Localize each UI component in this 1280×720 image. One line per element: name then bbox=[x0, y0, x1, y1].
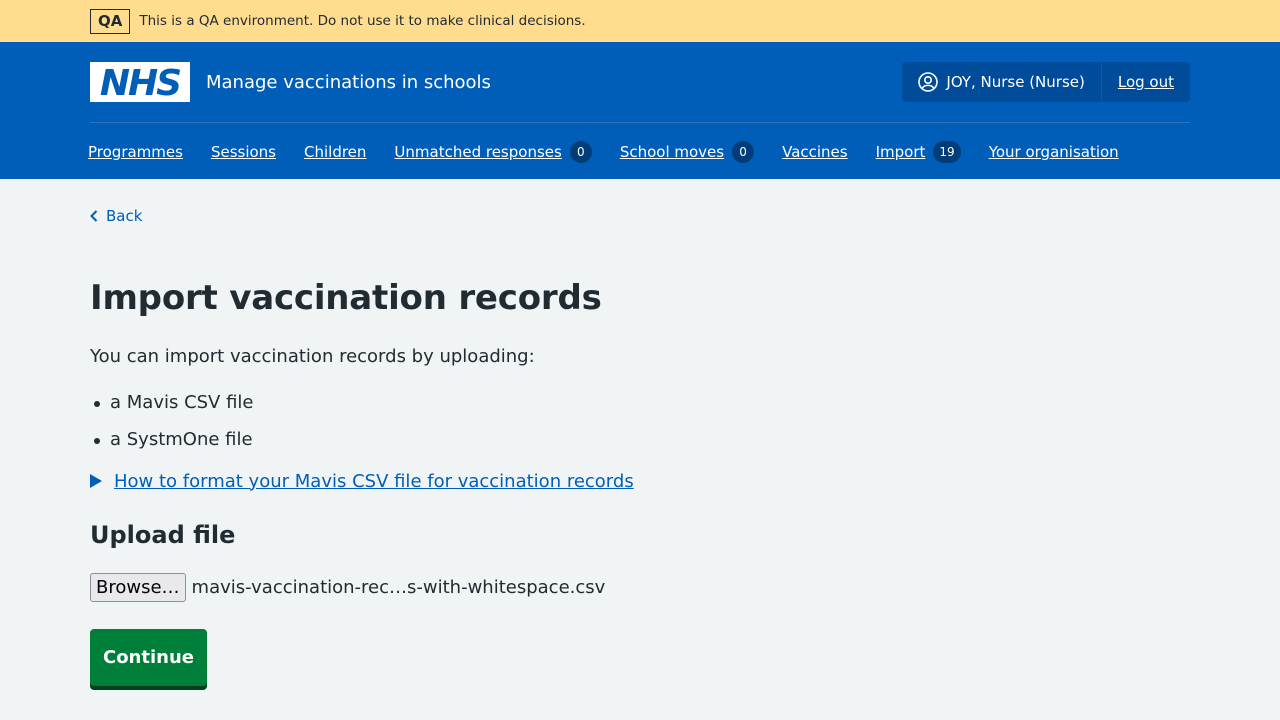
logout-link[interactable]: Log out bbox=[1102, 73, 1190, 91]
selected-file-name: mavis-vaccination-rec…s-with-whitespace.… bbox=[191, 576, 606, 598]
upload-file-heading: Upload file bbox=[90, 521, 236, 549]
qa-environment-banner: QA This is a QA environment. Do not use … bbox=[0, 0, 1280, 42]
school-moves-count-badge: 0 bbox=[732, 141, 755, 163]
file-upload-input[interactable]: Browse… mavis-vaccination-rec…s-with-whi… bbox=[90, 572, 1280, 602]
header-divider bbox=[90, 122, 1190, 123]
nhs-logo-mark: NHS bbox=[100, 64, 182, 100]
continue-button[interactable]: Continue bbox=[90, 629, 207, 686]
nav-item-school-moves[interactable]: School moves 0 bbox=[620, 141, 755, 163]
main-content: Back Import vaccination records You can … bbox=[0, 206, 1280, 686]
site-header: NHS Manage vaccinations in schools JOY, … bbox=[0, 42, 1280, 179]
format-details-toggle[interactable]: How to format your Mavis CSV file for va… bbox=[90, 468, 1280, 494]
chevron-left-icon bbox=[90, 210, 98, 222]
qa-banner-message: This is a QA environment. Do not use it … bbox=[139, 13, 586, 29]
svg-text:NHS: NHS bbox=[100, 64, 180, 100]
nav-item-unmatched-responses[interactable]: Unmatched responses 0 bbox=[394, 141, 592, 163]
import-count-badge: 19 bbox=[933, 141, 961, 163]
page-title: Import vaccination records bbox=[90, 278, 602, 318]
nav-item-your-organisation[interactable]: Your organisation bbox=[989, 143, 1119, 161]
nav-item-sessions[interactable]: Sessions bbox=[211, 143, 276, 161]
intro-text: You can import vaccination records by up… bbox=[90, 346, 535, 367]
back-link-label[interactable]: Back bbox=[106, 207, 142, 225]
upload-types-list: a Mavis CSV file a SystmOne file bbox=[90, 390, 1280, 453]
nhs-logo[interactable]: NHS bbox=[90, 62, 190, 102]
primary-navigation: Programmes Sessions Children Unmatched r… bbox=[88, 140, 1147, 164]
browse-button[interactable]: Browse… bbox=[90, 572, 186, 602]
account-user-name: JOY, Nurse (Nurse) bbox=[946, 73, 1085, 91]
nav-item-programmes[interactable]: Programmes bbox=[88, 143, 183, 161]
account-panel: JOY, Nurse (Nurse) Log out bbox=[902, 62, 1190, 102]
back-link[interactable]: Back bbox=[90, 206, 1280, 226]
format-details-summary[interactable]: How to format your Mavis CSV file for va… bbox=[114, 471, 634, 492]
qa-tag: QA bbox=[90, 8, 131, 34]
list-item: a SystmOne file bbox=[90, 427, 1280, 453]
brand[interactable]: NHS Manage vaccinations in schools bbox=[90, 62, 491, 102]
user-icon bbox=[918, 72, 939, 92]
service-name[interactable]: Manage vaccinations in schools bbox=[206, 72, 491, 93]
nav-item-children[interactable]: Children bbox=[304, 143, 366, 161]
caret-right-icon bbox=[90, 474, 102, 488]
nav-item-import[interactable]: Import 19 bbox=[876, 141, 961, 163]
account-user: JOY, Nurse (Nurse) bbox=[902, 62, 1102, 102]
list-item: a Mavis CSV file bbox=[90, 390, 1280, 416]
nav-item-vaccines[interactable]: Vaccines bbox=[782, 143, 848, 161]
unmatched-responses-count-badge: 0 bbox=[569, 141, 592, 163]
